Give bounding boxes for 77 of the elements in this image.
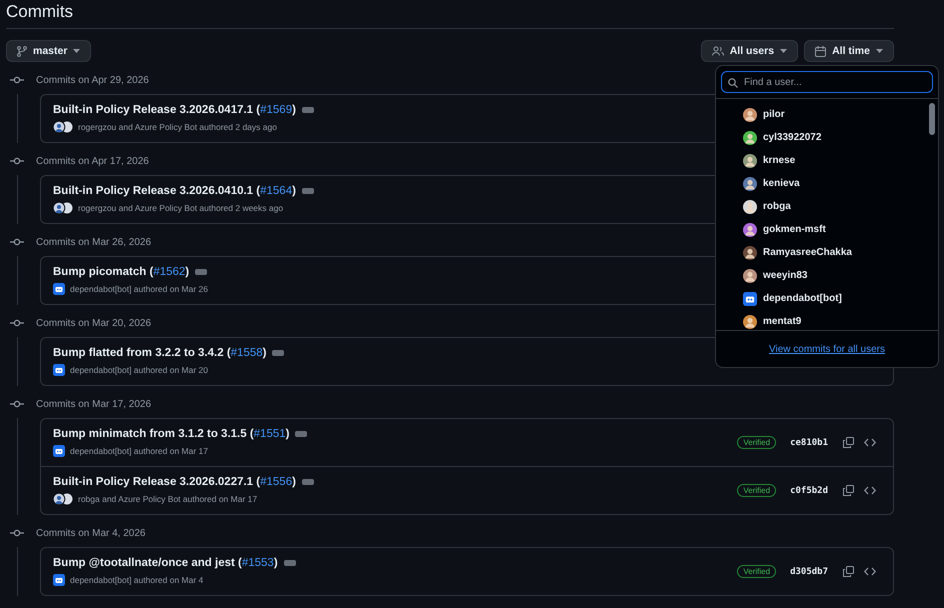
robot-avatar-icon: [53, 445, 65, 457]
user-item[interactable]: mentat9: [716, 310, 938, 330]
filter-button[interactable]: All users: [700, 40, 798, 62]
commit-icon: [10, 400, 24, 408]
commit-author: dependabot[bot] authored on Mar 17: [70, 446, 208, 456]
date-heading: Commits on Mar 4, 2026: [36, 528, 146, 538]
caret-icon: [780, 49, 788, 53]
verified-badge[interactable]: Verified: [737, 484, 776, 497]
people-icon: [712, 46, 724, 56]
commit-author: rogergzou and Azure Policy Bot authored 2 days ago: [78, 122, 277, 132]
commit-title[interactable]: Bump flatted from 3.2.2 to 3.4.2 (#1558): [53, 347, 266, 359]
commit-author: dependabot[bot] authored on Mar 4: [70, 575, 204, 585]
branch-icon: [17, 46, 27, 56]
robot-avatar-icon: [53, 574, 65, 586]
date-heading: Commits on Mar 20, 2026: [36, 318, 152, 328]
commit-hash[interactable]: c0f5b2d: [790, 486, 828, 496]
pr-link[interactable]: #1562: [153, 266, 186, 278]
user-item[interactable]: pilor: [716, 103, 938, 126]
commit-title[interactable]: Built-in Policy Release 3.2026.0410.1 (#1564): [53, 185, 296, 197]
pr-link[interactable]: #1551: [254, 428, 286, 440]
avatars-icon: [53, 121, 73, 133]
commit-icon: [10, 76, 24, 84]
ellipsis-button[interactable]: [302, 479, 314, 485]
date-heading: Commits on Apr 17, 2026: [36, 156, 149, 166]
search-icon: [728, 78, 738, 88]
branch-button[interactable]: master: [6, 40, 92, 62]
commit-author: robga and Azure Policy Bot authored on Mar 17: [78, 494, 258, 504]
commit-author: dependabot[bot] authored on Mar 26: [70, 284, 208, 294]
date-heading: Commits on Mar 26, 2026: [36, 236, 152, 248]
commit-hash[interactable]: ce810b1: [790, 438, 828, 448]
avatars-icon: [53, 202, 73, 214]
caret-icon: [73, 49, 80, 53]
ellipsis-button[interactable]: [302, 107, 314, 113]
pr-link[interactable]: #1553: [242, 557, 274, 569]
ellipsis-button[interactable]: [272, 350, 284, 356]
commit-title[interactable]: Built-in Policy Release 3.2026.0227.1 (#1556): [53, 476, 296, 488]
filter-button[interactable]: All time: [804, 40, 894, 62]
user-item[interactable]: RamyasreeChakka: [716, 241, 938, 264]
commit-icon: [10, 529, 24, 537]
commit-hash[interactable]: d305db7: [790, 566, 828, 576]
user-item[interactable]: dependabot[bot]: [716, 287, 938, 310]
date-heading: Commits on Apr 29, 2026: [36, 74, 149, 86]
commit-title[interactable]: Bump @tootallnate/once and jest (#1553): [53, 557, 278, 569]
pr-link[interactable]: #1558: [230, 347, 263, 359]
view-all-link[interactable]: View commits for all users: [769, 344, 885, 354]
pr-link[interactable]: #1569: [260, 104, 292, 116]
robot-avatar-icon: [53, 283, 65, 295]
commit-icon: [10, 319, 24, 327]
calendar-icon: [815, 46, 826, 56]
ellipsis-button[interactable]: [195, 269, 208, 275]
commit-title[interactable]: Built-in Policy Release 3.2026.0417.1 (#1569): [53, 104, 296, 116]
user-item[interactable]: kenieva: [716, 172, 938, 195]
ellipsis-button[interactable]: [295, 431, 308, 437]
user-item[interactable]: krnese: [716, 149, 938, 172]
commit-author: dependabot[bot] authored on Mar 20: [70, 365, 208, 375]
pr-link[interactable]: #1564: [260, 185, 292, 197]
user-search-field[interactable]: Find a user...: [721, 71, 933, 93]
robot-avatar-icon: [53, 364, 65, 376]
date-heading: Commits on Mar 17, 2026: [36, 398, 152, 410]
user-item[interactable]: cyl33922072: [716, 126, 938, 149]
verified-badge[interactable]: Verified: [737, 436, 776, 449]
verified-badge[interactable]: Verified: [737, 565, 776, 578]
commit-icon: [10, 238, 24, 246]
user-item[interactable]: robga: [716, 195, 938, 218]
ellipsis-button[interactable]: [284, 560, 296, 566]
page-title: Commits: [6, 0, 894, 29]
pr-link[interactable]: #1556: [260, 476, 292, 488]
scrollbar[interactable]: [929, 103, 935, 135]
commit-icon: [10, 157, 24, 165]
commit-title[interactable]: Bump minimatch from 3.1.2 to 3.1.5 (#1551): [53, 428, 290, 440]
avatars-icon: [53, 493, 73, 505]
ellipsis-button[interactable]: [302, 188, 314, 194]
commit-title[interactable]: Bump picomatch (#1562): [53, 266, 190, 278]
user-item[interactable]: weeyin83: [716, 264, 938, 287]
commit-author: rogergzou and Azure Policy Bot authored 2 weeks ago: [78, 203, 284, 213]
caret-icon: [876, 49, 883, 53]
user-item[interactable]: gokmen-msft: [716, 218, 938, 241]
